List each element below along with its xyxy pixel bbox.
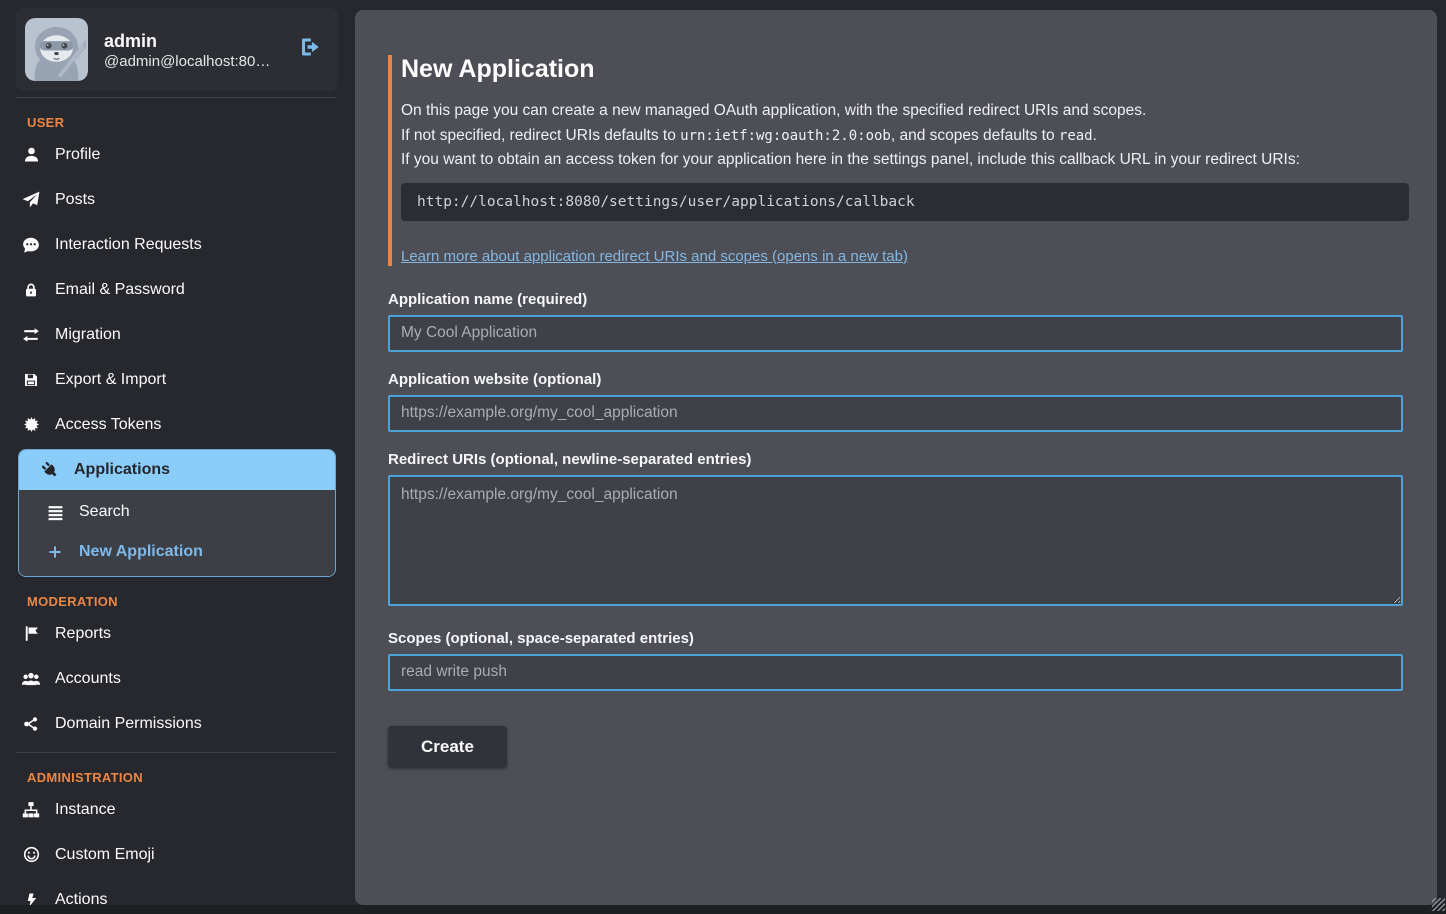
users-icon: [19, 670, 43, 688]
user-icon: [19, 146, 43, 163]
sidebar-item-label: Domain Permissions: [55, 715, 202, 733]
sidebar-item-custom-emoji[interactable]: Custom Emoji: [0, 832, 338, 877]
sidebar-item-label: Access Tokens: [55, 416, 161, 434]
sidebar-item-interaction-requests[interactable]: Interaction Requests: [0, 222, 338, 267]
certificate-icon: [19, 416, 43, 433]
sidebar-item-profile[interactable]: Profile: [0, 132, 338, 177]
sidebar-item-label: Custom Emoji: [55, 846, 155, 864]
intro-line-2: If not specified, redirect URIs defaults…: [401, 124, 1402, 149]
sidebar-item-email-password[interactable]: Email & Password: [0, 267, 338, 312]
flag-icon: [19, 625, 43, 642]
application-name-label: Application name (required): [388, 291, 1402, 308]
user-name: admin: [104, 29, 296, 53]
inline-code-oob: urn:ietf:wg:oauth:2.0:oob: [680, 128, 891, 144]
share-nodes-icon: [19, 716, 43, 732]
comment-dots-icon: [19, 236, 43, 254]
page-bottom-edge: [0, 905, 1446, 914]
redirect-uris-field-group: Redirect URIs (optional, newline-separat…: [388, 451, 1402, 611]
sidebar-item-posts[interactable]: Posts: [0, 177, 338, 222]
scopes-field-group: Scopes (optional, space-separated entrie…: [388, 630, 1402, 691]
sidebar-divider: [16, 752, 336, 753]
sign-out-icon: [298, 36, 322, 63]
redirect-uris-label: Redirect URIs (optional, newline-separat…: [388, 451, 1402, 468]
create-button[interactable]: Create: [388, 726, 507, 768]
plug-icon: [38, 461, 62, 479]
page-title: New Application: [401, 55, 1402, 84]
section-header-administration: ADMINISTRATION: [27, 770, 338, 785]
smile-icon: [19, 846, 43, 863]
sidebar-item-access-tokens[interactable]: Access Tokens: [0, 402, 338, 447]
lock-icon: [19, 282, 43, 298]
sloth-avatar-image: [25, 18, 88, 81]
sidebar-item-new-application[interactable]: New Application: [19, 532, 335, 572]
sidebar-item-label: Migration: [55, 326, 121, 344]
app-root: admin @admin@localhost:80… USER: [0, 0, 1446, 905]
sidebar-item-reports[interactable]: Reports: [0, 611, 338, 656]
paper-plane-icon: [19, 191, 43, 209]
callback-url-codeblock: http://localhost:8080/settings/user/appl…: [401, 183, 1409, 221]
sidebar-item-label: Profile: [55, 146, 100, 164]
new-application-form: Application name (required) Application …: [388, 291, 1402, 768]
section-header-user: USER: [27, 115, 338, 130]
sidebar-item-label: Applications: [74, 461, 170, 479]
sidebar-item-label: Actions: [55, 891, 107, 906]
sidebar-item-accounts[interactable]: Accounts: [0, 656, 338, 701]
application-website-input[interactable]: [388, 395, 1403, 432]
inline-code-read: read: [1059, 128, 1093, 144]
sidebar-item-label: Interaction Requests: [55, 236, 202, 254]
main-panel: New Application On this page you can cre…: [355, 10, 1437, 905]
sidebar-item-label: Export & Import: [55, 371, 166, 389]
sidebar-item-instance[interactable]: Instance: [0, 787, 338, 832]
user-info: admin @admin@localhost:80…: [104, 29, 296, 70]
sidebar-item-label: Posts: [55, 191, 95, 209]
scopes-label: Scopes (optional, space-separated entrie…: [388, 630, 1402, 647]
sidebar-item-label: Reports: [55, 625, 111, 643]
sidebar-item-export-import[interactable]: Export & Import: [0, 357, 338, 402]
redirect-uris-textarea[interactable]: [388, 475, 1403, 606]
sidebar-item-label: Search: [79, 503, 130, 521]
intro-line-3: If you want to obtain an access token fo…: [401, 148, 1402, 173]
user-handle: @admin@localhost:80…: [104, 53, 294, 70]
exchange-arrows-icon: [19, 326, 43, 344]
sidebar-item-label: Accounts: [55, 670, 121, 688]
application-name-field-group: Application name (required): [388, 291, 1402, 352]
list-icon: [43, 504, 67, 521]
user-card: admin @admin@localhost:80…: [16, 8, 338, 91]
application-name-input[interactable]: [388, 315, 1403, 352]
intro-line-1: On this page you can create a new manage…: [401, 99, 1402, 124]
section-header-moderation: MODERATION: [27, 594, 338, 609]
sidebar-item-label: New Application: [79, 543, 203, 561]
avatar: [25, 18, 88, 81]
sidebar-item-search[interactable]: Search: [19, 492, 335, 532]
sidebar-item-migration[interactable]: Migration: [0, 312, 338, 357]
sidebar-item-domain-permissions[interactable]: Domain Permissions: [0, 701, 338, 746]
learn-more-link[interactable]: Learn more about application redirect UR…: [401, 248, 908, 265]
sidebar-item-label: Instance: [55, 801, 115, 819]
sidebar-item-applications[interactable]: Applications: [19, 450, 335, 490]
applications-block: Applications Search: [18, 449, 336, 577]
sitemap-icon: [19, 801, 43, 819]
resize-grip[interactable]: [1432, 898, 1445, 911]
applications-submenu: Search New Application: [19, 490, 335, 576]
scopes-input[interactable]: [388, 654, 1403, 691]
application-website-field-group: Application website (optional): [388, 371, 1402, 432]
floppy-save-icon: [19, 372, 43, 388]
sidebar-item-actions[interactable]: Actions: [0, 877, 338, 905]
bolt-icon: [19, 892, 43, 906]
intro-section: New Application On this page you can cre…: [388, 55, 1402, 266]
plus-icon: [43, 544, 67, 560]
application-website-label: Application website (optional): [388, 371, 1402, 388]
sidebar-item-label: Email & Password: [55, 281, 185, 299]
logout-button[interactable]: [296, 36, 324, 63]
sidebar: admin @admin@localhost:80… USER: [0, 0, 338, 905]
sidebar-divider: [16, 97, 336, 98]
